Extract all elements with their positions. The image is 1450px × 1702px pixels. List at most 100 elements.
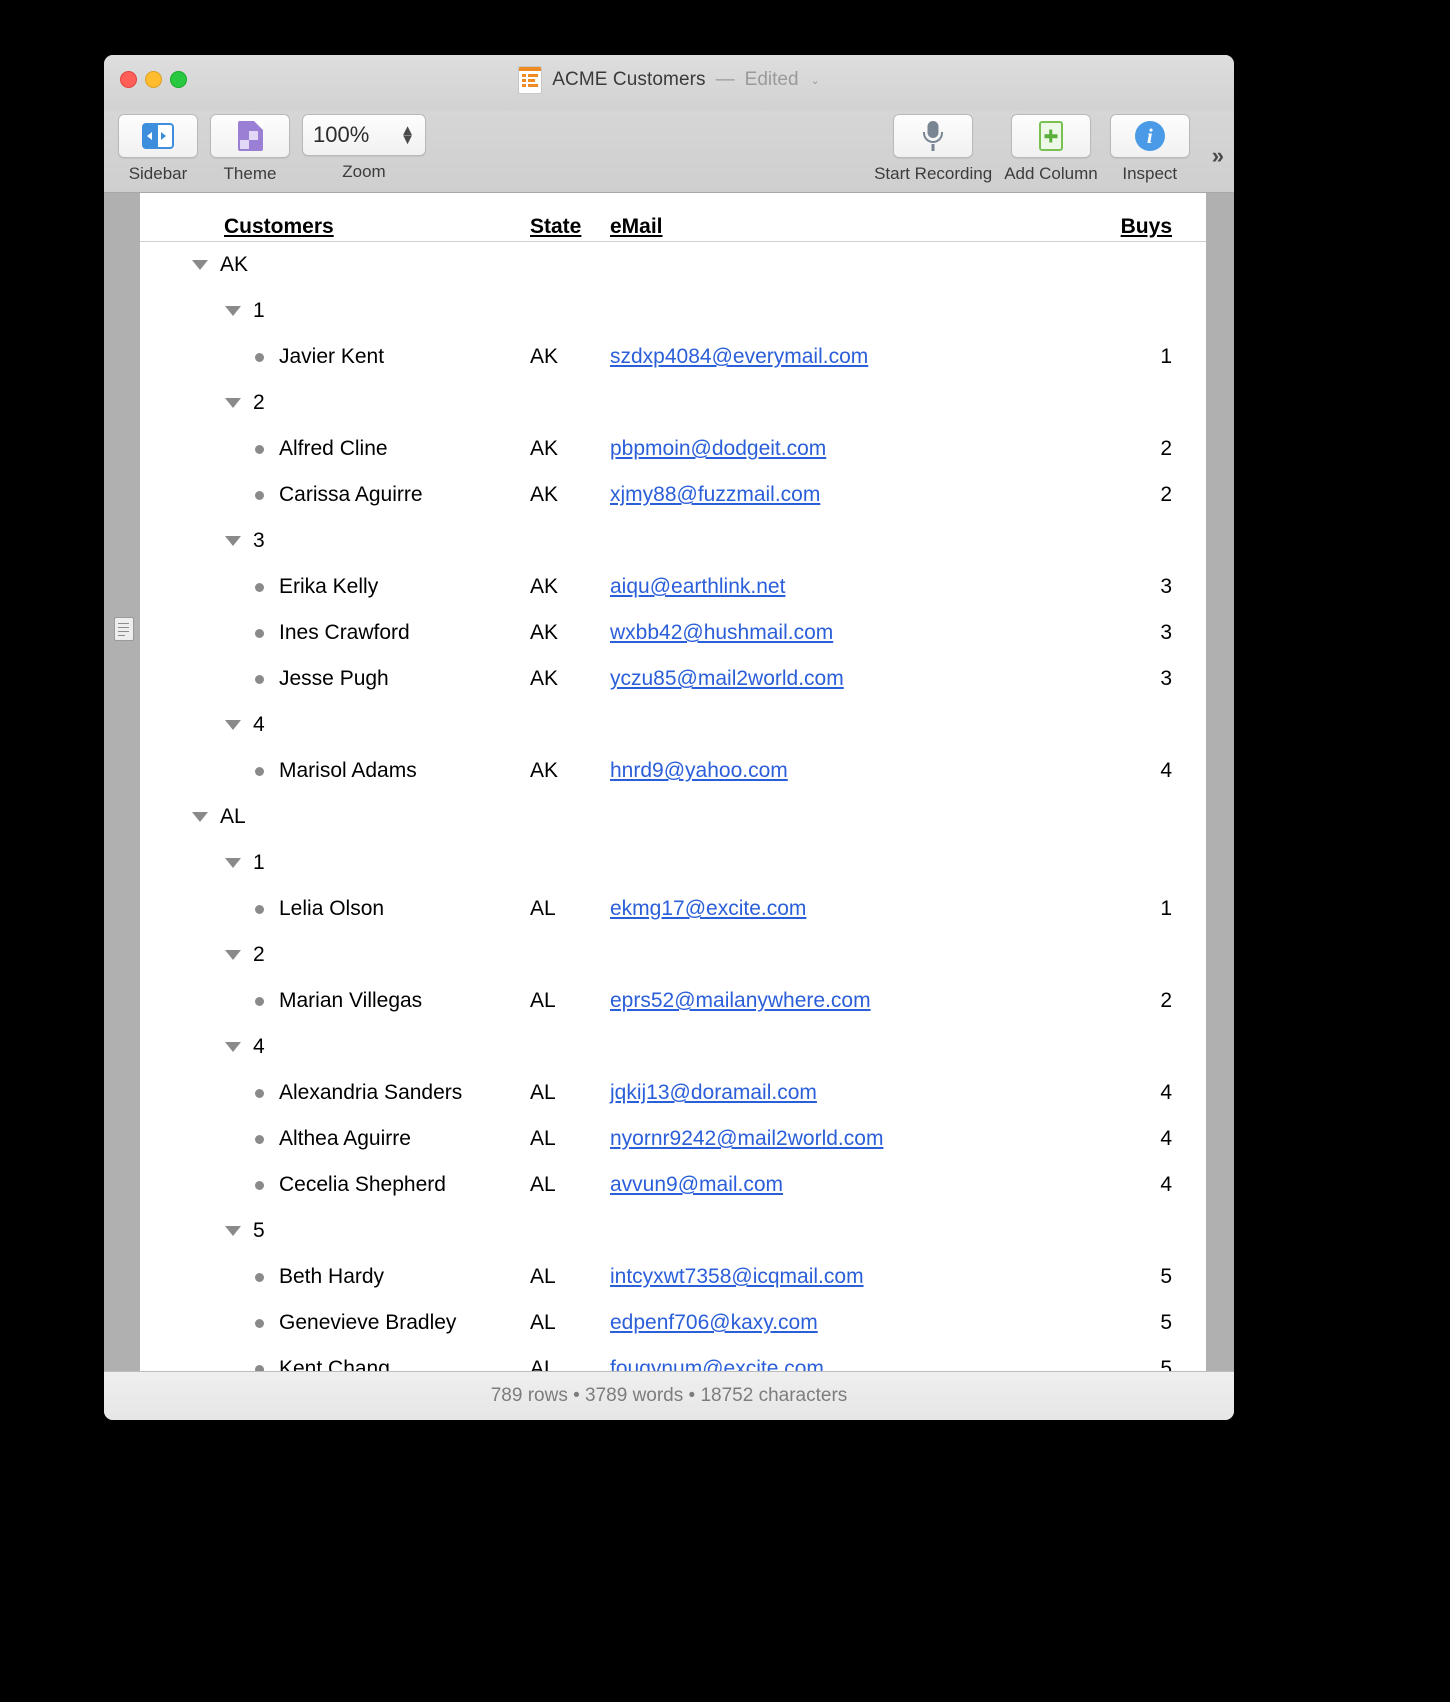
- row-state-cell[interactable]: AK: [530, 345, 610, 369]
- row-state-cell[interactable]: AL: [530, 989, 610, 1013]
- row-name-cell[interactable]: 4: [140, 713, 530, 737]
- row-buys-cell[interactable]: 4: [1096, 1173, 1206, 1197]
- row-name-cell[interactable]: Jesse Pugh: [140, 667, 530, 691]
- row-buys-cell[interactable]: 2: [1096, 483, 1206, 507]
- outline-group-row[interactable]: 1: [140, 288, 1206, 334]
- column-header-email[interactable]: eMail: [610, 215, 1096, 239]
- disclosure-triangle-icon[interactable]: [225, 1226, 241, 1236]
- sidebar-toolbar-item[interactable]: Sidebar: [118, 114, 198, 184]
- email-link[interactable]: fougynum@excite.com: [610, 1357, 824, 1371]
- row-email-cell[interactable]: eprs52@mailanywhere.com: [610, 989, 1096, 1013]
- row-state-cell[interactable]: AK: [530, 575, 610, 599]
- row-email-cell[interactable]: nyornr9242@mail2world.com: [610, 1127, 1096, 1151]
- chevron-down-icon[interactable]: ⌄: [811, 74, 820, 87]
- row-name-cell[interactable]: 3: [140, 529, 530, 553]
- outline-group-row[interactable]: 3: [140, 518, 1206, 564]
- disclosure-triangle-icon[interactable]: [225, 858, 241, 868]
- sidebar-button[interactable]: [118, 114, 198, 158]
- disclosure-triangle-icon[interactable]: [192, 260, 208, 270]
- row-email-cell[interactable]: intcyxwt7358@icqmail.com: [610, 1265, 1096, 1289]
- row-name-cell[interactable]: 5: [140, 1219, 530, 1243]
- row-name-cell[interactable]: 4: [140, 1035, 530, 1059]
- row-email-cell[interactable]: avvun9@mail.com: [610, 1173, 1096, 1197]
- row-email-cell[interactable]: yczu85@mail2world.com: [610, 667, 1096, 691]
- row-name-cell[interactable]: Erika Kelly: [140, 575, 530, 599]
- email-link[interactable]: hnrd9@yahoo.com: [610, 759, 788, 782]
- outline-group-row[interactable]: 5: [140, 1208, 1206, 1254]
- zoom-value[interactable]: 100%: [313, 122, 369, 148]
- row-email-cell[interactable]: ekmg17@excite.com: [610, 897, 1096, 921]
- outline-customer-row[interactable]: Marian Villegas AL eprs52@mailanywhere.com…: [140, 978, 1206, 1024]
- zoom-toolbar-item[interactable]: 100% ▲ ▼ Zoom: [302, 114, 426, 182]
- outline-customer-row[interactable]: Genevieve Bradley AL edpenf706@kaxy.com 5: [140, 1300, 1206, 1346]
- row-buys-cell[interactable]: 1: [1096, 897, 1206, 921]
- row-state-cell[interactable]: AL: [530, 1357, 610, 1371]
- row-name-cell[interactable]: Lelia Olson: [140, 897, 530, 921]
- email-link[interactable]: wxbb42@hushmail.com: [610, 621, 833, 644]
- disclosure-triangle-icon[interactable]: [225, 306, 241, 316]
- theme-button[interactable]: [210, 114, 290, 158]
- outline-customer-row[interactable]: Beth Hardy AL intcyxwt7358@icqmail.com 5: [140, 1254, 1206, 1300]
- email-link[interactable]: aiqu@earthlink.net: [610, 575, 785, 598]
- row-email-cell[interactable]: aiqu@earthlink.net: [610, 575, 1096, 599]
- row-name-cell[interactable]: AL: [140, 805, 530, 829]
- maximize-button[interactable]: [170, 71, 187, 88]
- column-header-customers[interactable]: Customers: [140, 215, 530, 239]
- outline-customer-row[interactable]: Lelia Olson AL ekmg17@excite.com 1: [140, 886, 1206, 932]
- minimize-button[interactable]: [145, 71, 162, 88]
- start-recording-button[interactable]: [893, 114, 974, 158]
- row-buys-cell[interactable]: 3: [1096, 667, 1206, 691]
- row-buys-cell[interactable]: 1: [1096, 345, 1206, 369]
- zoom-stepper[interactable]: 100% ▲ ▼: [302, 114, 426, 156]
- row-buys-cell[interactable]: 2: [1096, 989, 1206, 1013]
- row-name-cell[interactable]: Alexandria Sanders: [140, 1081, 530, 1105]
- outline-view[interactable]: Customers State eMail Buys AK 1 Javier Ken…: [140, 193, 1206, 1371]
- add-column-toolbar-item[interactable]: Add Column: [1004, 114, 1098, 184]
- outline-group-row[interactable]: 1: [140, 840, 1206, 886]
- row-email-cell[interactable]: szdxp4084@everymail.com: [610, 345, 1096, 369]
- email-link[interactable]: yczu85@mail2world.com: [610, 667, 844, 690]
- row-email-cell[interactable]: pbpmoin@dodgeit.com: [610, 437, 1096, 461]
- row-buys-cell[interactable]: 4: [1096, 759, 1206, 783]
- row-email-cell[interactable]: jqkij13@doramail.com: [610, 1081, 1096, 1105]
- disclosure-triangle-icon[interactable]: [225, 720, 241, 730]
- row-email-cell[interactable]: wxbb42@hushmail.com: [610, 621, 1096, 645]
- inspect-toolbar-item[interactable]: i Inspect: [1109, 114, 1190, 184]
- start-recording-toolbar-item[interactable]: Start Recording: [874, 114, 992, 184]
- row-name-cell[interactable]: Alfred Cline: [140, 437, 530, 461]
- row-state-cell[interactable]: AK: [530, 483, 610, 507]
- column-header-state[interactable]: State: [530, 215, 610, 239]
- email-link[interactable]: avvun9@mail.com: [610, 1173, 783, 1196]
- outline-customer-row[interactable]: Alfred Cline AK pbpmoin@dodgeit.com 2: [140, 426, 1206, 472]
- row-name-cell[interactable]: 2: [140, 391, 530, 415]
- column-header-buys[interactable]: Buys: [1096, 215, 1206, 239]
- outline-group-row[interactable]: 2: [140, 380, 1206, 426]
- note-handle-icon[interactable]: [114, 617, 134, 641]
- email-link[interactable]: xjmy88@fuzzmail.com: [610, 483, 820, 506]
- row-buys-cell[interactable]: 3: [1096, 621, 1206, 645]
- row-name-cell[interactable]: Marian Villegas: [140, 989, 530, 1013]
- email-link[interactable]: eprs52@mailanywhere.com: [610, 989, 871, 1012]
- disclosure-triangle-icon[interactable]: [225, 1042, 241, 1052]
- outline-group-row[interactable]: AK: [140, 242, 1206, 288]
- outline-customer-row[interactable]: Javier Kent AK szdxp4084@everymail.com 1: [140, 334, 1206, 380]
- outline-group-row[interactable]: 4: [140, 702, 1206, 748]
- outline-customer-row[interactable]: Erika Kelly AK aiqu@earthlink.net 3: [140, 564, 1206, 610]
- row-state-cell[interactable]: AK: [530, 667, 610, 691]
- outline-group-row[interactable]: 4: [140, 1024, 1206, 1070]
- row-buys-cell[interactable]: 5: [1096, 1311, 1206, 1335]
- row-buys-cell[interactable]: 3: [1096, 575, 1206, 599]
- email-link[interactable]: intcyxwt7358@icqmail.com: [610, 1265, 864, 1288]
- email-link[interactable]: jqkij13@doramail.com: [610, 1081, 817, 1104]
- email-link[interactable]: pbpmoin@dodgeit.com: [610, 437, 826, 460]
- row-state-cell[interactable]: AL: [530, 1265, 610, 1289]
- theme-toolbar-item[interactable]: Theme: [210, 114, 290, 184]
- row-state-cell[interactable]: AL: [530, 1081, 610, 1105]
- row-buys-cell[interactable]: 5: [1096, 1357, 1206, 1371]
- row-email-cell[interactable]: hnrd9@yahoo.com: [610, 759, 1096, 783]
- row-buys-cell[interactable]: 4: [1096, 1081, 1206, 1105]
- outline-customer-row[interactable]: Ines Crawford AK wxbb42@hushmail.com 3: [140, 610, 1206, 656]
- row-state-cell[interactable]: AL: [530, 1173, 610, 1197]
- outline-group-row[interactable]: AL: [140, 794, 1206, 840]
- row-state-cell[interactable]: AL: [530, 1127, 610, 1151]
